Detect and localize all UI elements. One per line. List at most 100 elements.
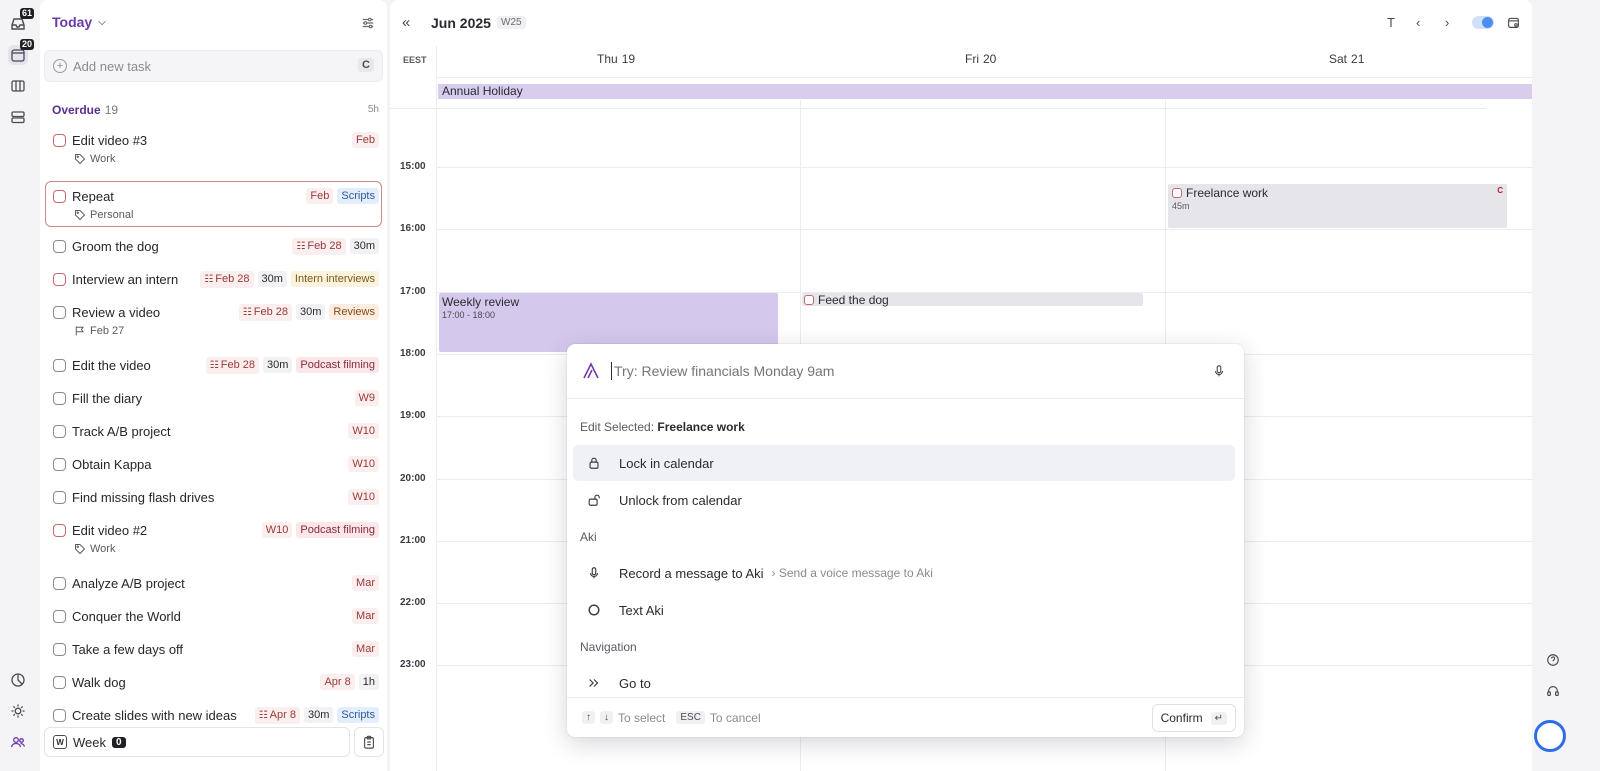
task-item[interactable]: Walk dog Apr 8 1h: [46, 673, 381, 691]
option-label: Record a message to Aki: [619, 565, 764, 581]
task-tag-text: Reviews: [333, 306, 375, 318]
week-filter-button[interactable]: W Week 0: [44, 727, 350, 757]
add-task-input[interactable]: + Add new task C: [44, 50, 383, 82]
task-tag: Podcast filming: [296, 522, 379, 538]
headset-icon: [1547, 686, 1559, 696]
day-header-fri[interactable]: Fri 20: [965, 52, 996, 66]
help-button[interactable]: [1544, 651, 1562, 669]
lock-in-calendar-option[interactable]: Lock in calendar: [573, 445, 1235, 481]
task-row: Edit video #2 W10 Podcast filming: [46, 521, 381, 539]
task-item[interactable]: Fill the diary W9: [46, 389, 381, 407]
task-row: Interview an intern ☷ Feb 28 30m Intern inte…: [46, 270, 381, 288]
task-item[interactable]: Edit video #2 W10 Podcast filming Work: [46, 521, 381, 555]
task-checkbox[interactable]: [53, 523, 66, 537]
team-button[interactable]: [8, 732, 28, 752]
confirm-button[interactable]: Confirm ↵: [1151, 704, 1236, 732]
assistant-fab[interactable]: [1534, 720, 1566, 752]
task-checkbox[interactable]: [53, 358, 66, 372]
task-checkbox[interactable]: [53, 642, 66, 656]
task-item[interactable]: Groom the dog ☷ Feb 28 30m: [46, 237, 381, 255]
inbox-button[interactable]: 61: [8, 8, 34, 34]
task-checkbox[interactable]: [53, 391, 66, 405]
task-checkbox[interactable]: [53, 424, 66, 438]
all-day-event[interactable]: Annual Holiday: [438, 84, 1532, 99]
add-task-placeholder: Add new task: [73, 58, 152, 74]
task-item[interactable]: Conquer the World Mar: [46, 607, 381, 625]
prev-icon[interactable]: ‹: [1416, 15, 1420, 30]
task-item[interactable]: Analyze A/B project Mar: [46, 574, 381, 592]
calendar-settings-icon[interactable]: [1507, 16, 1520, 29]
event-checkbox[interactable]: [1172, 188, 1182, 198]
task-tag: ☷ Apr 8: [254, 706, 300, 724]
task-tag: 1h: [358, 674, 379, 690]
stats-button[interactable]: [8, 670, 28, 690]
go-to-option[interactable]: Go to: [573, 665, 1235, 701]
task-checkbox[interactable]: [53, 708, 66, 722]
task-item[interactable]: Create slides with new ideas ☷ Apr 8 30m Scr…: [46, 706, 381, 724]
task-tag-text: Mar: [356, 643, 375, 655]
task-tag-text: Podcast filming: [300, 359, 375, 371]
record-message-option[interactable]: Record a message to Aki › Send a voice m…: [573, 555, 1235, 591]
today-button[interactable]: 20: [8, 39, 34, 65]
today-jump-button[interactable]: T: [1387, 15, 1395, 30]
task-checkbox[interactable]: [53, 490, 66, 504]
task-checkbox[interactable]: [53, 576, 66, 590]
task-checkbox[interactable]: [53, 133, 66, 147]
task-tag-text: Apr 8: [324, 676, 351, 688]
view-selector[interactable]: Today ⌵: [52, 14, 106, 30]
flag-icon: [74, 325, 86, 337]
board-view-button[interactable]: [8, 76, 28, 96]
select-hint: To select: [618, 710, 666, 725]
theme-button[interactable]: [8, 701, 28, 721]
task-subline: Personal: [74, 209, 381, 221]
text-aki-option[interactable]: Text Aki: [573, 592, 1235, 628]
event-freelance-work[interactable]: Freelance work 45m C: [1168, 184, 1507, 228]
task-subline: Work: [74, 543, 381, 555]
task-item[interactable]: Find missing flash drives W10: [46, 488, 381, 506]
overdue-header[interactable]: Overdue 19: [52, 103, 118, 117]
task-item[interactable]: Edit video #3 Feb Work: [46, 131, 381, 165]
support-button[interactable]: [1544, 682, 1562, 700]
palette-input[interactable]: [611, 362, 1212, 380]
day-header-thu[interactable]: Thu 19: [597, 52, 635, 66]
task-checkbox[interactable]: [53, 609, 66, 623]
task-item[interactable]: Review a video ☷ Feb 28 30m Reviews Feb 27: [46, 303, 381, 337]
task-item[interactable]: Obtain Kappa W10: [46, 455, 381, 473]
option-label: Go to: [619, 675, 651, 691]
task-checkbox[interactable]: [53, 457, 66, 471]
calendar-toggle[interactable]: [1472, 16, 1494, 29]
task-item[interactable]: Edit the video ☷ Feb 28 30m Podcast filming: [46, 356, 381, 374]
clipboard-button[interactable]: [354, 727, 384, 757]
unlock-from-calendar-option[interactable]: Unlock from calendar: [573, 482, 1235, 518]
task-item[interactable]: Take a few days off Mar: [46, 640, 381, 658]
microphone-icon[interactable]: [1212, 364, 1226, 378]
task-tag: 30m: [257, 271, 287, 287]
task-item[interactable]: Track A/B project W10: [46, 422, 381, 440]
hour-label: 22:00: [400, 597, 426, 608]
tag-icon: [74, 543, 86, 555]
collapse-sidebar-icon[interactable]: «: [402, 14, 410, 31]
event-feed-the-dog[interactable]: Feed the dog: [802, 293, 1143, 307]
chevron-down-icon: ⌵: [98, 16, 106, 28]
task-checkbox[interactable]: [53, 239, 66, 253]
task-checkbox[interactable]: [53, 189, 66, 203]
next-icon[interactable]: ›: [1445, 15, 1449, 30]
task-name: Walk dog: [72, 674, 126, 690]
task-checkbox[interactable]: [53, 272, 66, 286]
task-checkbox[interactable]: [53, 675, 66, 689]
task-item[interactable]: Interview an intern ☷ Feb 28 30m Intern inte…: [46, 270, 381, 288]
day-header-sat[interactable]: Sat 21: [1329, 52, 1364, 66]
task-name: Repeat: [72, 188, 114, 204]
week-number: W25: [497, 16, 526, 29]
day-name: Thu: [597, 52, 618, 66]
palette-search-row: [567, 344, 1244, 399]
filter-icon[interactable]: [361, 16, 375, 30]
day-number: 19: [621, 52, 636, 66]
task-subline-text: Work: [90, 543, 116, 555]
task-item[interactable]: Repeat Feb Scripts Personal: [45, 181, 382, 227]
event-checkbox[interactable]: [804, 294, 814, 305]
task-tag-text: Feb 28: [307, 239, 342, 252]
task-checkbox[interactable]: [53, 305, 66, 319]
list-view-button[interactable]: [8, 107, 28, 127]
tag-icon: [74, 153, 86, 165]
